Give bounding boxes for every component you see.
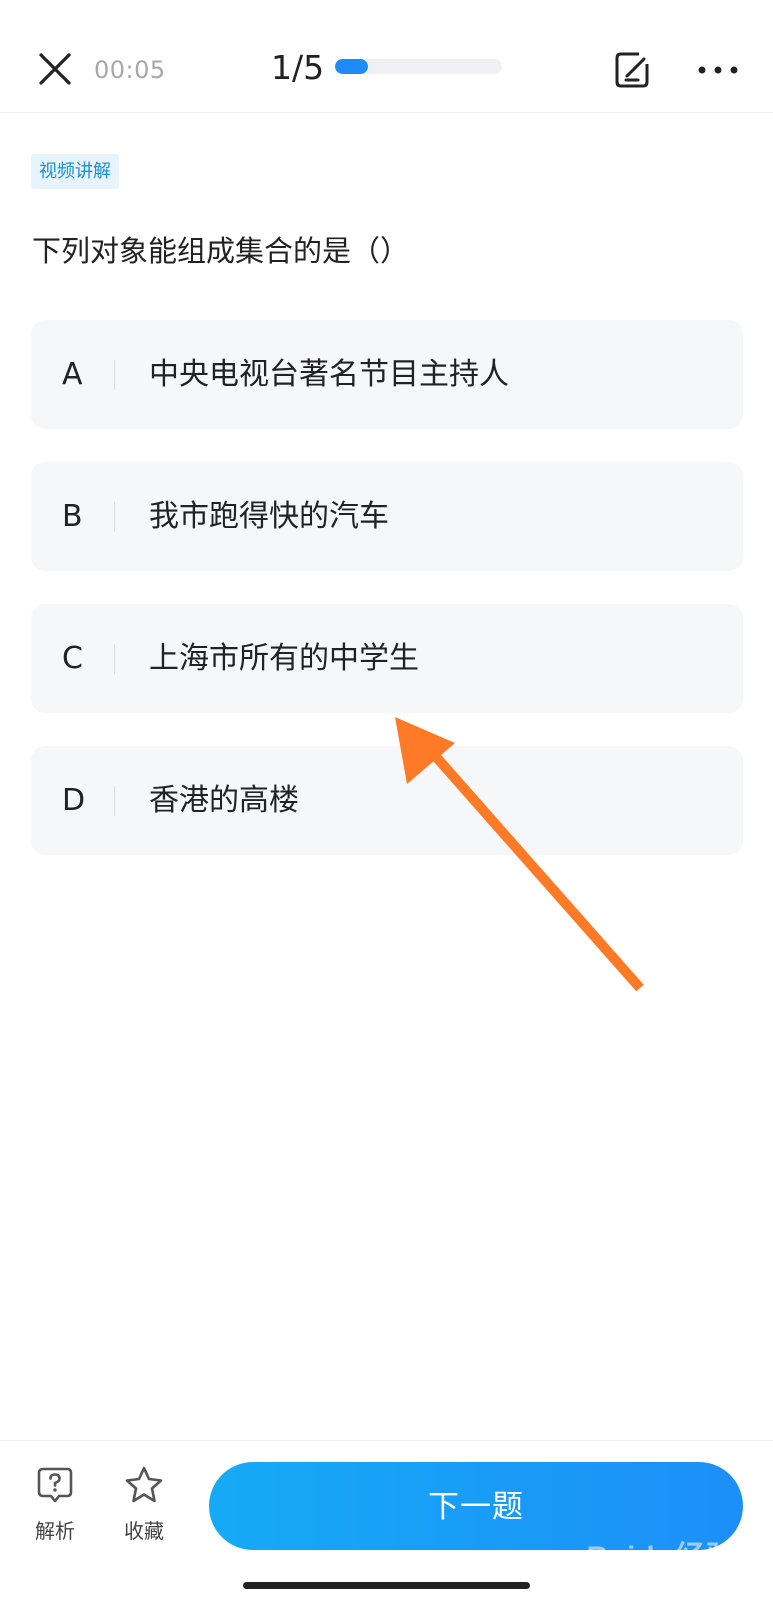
progress-bar [335,59,502,74]
home-indicator[interactable] [243,1582,530,1589]
option-divider [114,360,115,390]
favorite-label: 收藏 [124,1519,164,1543]
progress-count: 1/5 [271,48,325,87]
option-text: 上海市所有的中学生 [149,641,419,676]
video-explanation-tag[interactable]: 视频讲解 [31,154,119,189]
analysis-label: 解析 [35,1519,75,1543]
option-a[interactable]: A 中央电视台著名节目主持人 [31,320,743,429]
star-icon [125,1466,163,1503]
close-button[interactable] [36,50,74,88]
favorite-button[interactable]: 收藏 [109,1465,179,1544]
option-divider [114,786,115,816]
option-c[interactable]: C 上海市所有的中学生 [31,604,743,713]
more-button[interactable] [696,58,740,82]
option-letter: D [62,783,86,818]
option-b[interactable]: B 我市跑得快的汽车 [31,462,743,571]
analysis-button[interactable]: 解析 [20,1465,90,1544]
option-text: 中央电视台著名节目主持人 [149,357,509,392]
timer: 00:05 [94,56,166,84]
option-d[interactable]: D 香港的高楼 [31,746,743,855]
watermark-brand: Baidu经验 [586,1541,737,1574]
baidu-watermark: Baidu经验 jingyan.baidu.com [587,1532,737,1592]
more-dots-icon [698,66,738,74]
option-letter: B [62,499,83,534]
edit-note-icon [615,52,649,88]
progress-fill [335,59,369,74]
option-letter: C [62,641,83,676]
option-divider [114,502,115,532]
close-icon [39,53,71,85]
edit-note-button[interactable] [613,50,651,90]
top-bar: 00:05 1/5 [0,0,773,113]
option-divider [114,644,115,674]
option-text: 香港的高楼 [149,783,299,818]
watermark-url: jingyan.baidu.com [614,1576,737,1592]
option-text: 我市跑得快的汽车 [149,499,389,534]
question-text: 下列对象能组成集合的是（） [32,234,410,268]
option-letter: A [62,357,83,392]
question-bubble-icon [37,1467,73,1503]
